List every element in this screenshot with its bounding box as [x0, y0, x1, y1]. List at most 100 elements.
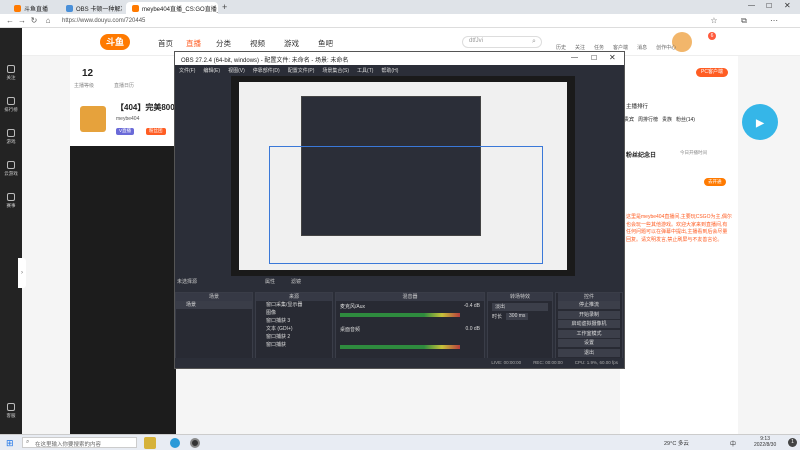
source-item[interactable]: 窗口捕获 2 — [256, 333, 332, 341]
stop-streaming-button[interactable]: 停止推流 — [558, 301, 620, 309]
mixer-channel-db: 0.0 dB — [465, 326, 480, 332]
nav-live[interactable]: 直播 — [186, 38, 201, 49]
source-item[interactable]: 图像 — [256, 309, 332, 317]
transitions-header: 转场特效 — [488, 293, 552, 301]
menu-file[interactable]: 文件(F) — [179, 67, 195, 74]
home-icon[interactable]: ⌂ — [44, 17, 52, 25]
task-link[interactable]: 任务 — [594, 44, 604, 51]
forward-icon[interactable]: → — [18, 17, 26, 25]
menu-icon[interactable]: ⋯ — [770, 17, 778, 25]
tab-noble[interactable]: 贵族 — [662, 116, 672, 126]
menu-view[interactable]: 视图(V) — [228, 67, 245, 74]
widgets-icon[interactable] — [144, 437, 156, 449]
douyu-logo[interactable]: 斗鱼 — [100, 34, 130, 50]
nav-yuba[interactable]: 鱼吧 — [318, 38, 333, 49]
sidebar-item-rank[interactable]: 排行榜 — [0, 94, 22, 116]
ad-banner[interactable]: ▶ — [740, 100, 780, 144]
ime-indicator[interactable]: 中 — [730, 439, 736, 448]
fans-badge[interactable]: 粉丝团 — [146, 128, 166, 135]
sidebar-item-event[interactable]: 赛事 — [0, 190, 22, 212]
exit-button[interactable]: 退出 — [558, 348, 620, 357]
menu-edit[interactable]: 编辑(E) — [203, 67, 220, 74]
tab-label: 斗鱼直播 — [24, 6, 49, 13]
mixer-channel: 麦克风/Aux -0.4 dB — [336, 301, 484, 312]
duration-input[interactable]: 300 ms — [506, 313, 529, 320]
menu-docks[interactable]: 停靠部件(D) — [253, 67, 280, 74]
menu-help[interactable]: 帮助(H) — [381, 67, 398, 74]
streamer-name[interactable]: meybe404 — [116, 116, 139, 122]
obs-maximize-icon[interactable]: ☐ — [591, 54, 597, 62]
message-link[interactable]: 消息 — [637, 44, 647, 51]
collections-icon[interactable]: ⧉ — [740, 17, 748, 25]
mixer-channel-db: -0.4 dB — [463, 303, 480, 309]
tab-weekly[interactable]: 周排行榜 — [638, 116, 658, 126]
sidebar-item-follow[interactable]: 关注 — [0, 62, 22, 84]
client-link[interactable]: 客户端 — [613, 44, 628, 51]
v-badge: V直播 — [116, 128, 135, 135]
url-input[interactable]: https://www.douyu.com/720445 — [62, 16, 145, 26]
properties-button[interactable]: 属性 — [265, 278, 275, 285]
notification-badge[interactable]: 1 — [788, 438, 797, 447]
streamer-rank-label[interactable]: 主播排行 — [626, 102, 648, 110]
new-tab-button[interactable]: + — [222, 2, 227, 12]
tab-guest[interactable]: 贵宾 — [624, 116, 634, 126]
nav-game[interactable]: 游戏 — [284, 38, 299, 49]
weather-text[interactable]: 29°C 多云 — [664, 439, 689, 447]
windows-start-icon[interactable]: ⊞ — [6, 438, 14, 449]
settings-button[interactable]: 设置 — [558, 339, 620, 347]
transition-select[interactable]: 淡出 — [492, 303, 548, 311]
source-item[interactable]: 窗口捕获 3 — [256, 317, 332, 325]
menu-profile[interactable]: 配置文件(P) — [288, 67, 315, 74]
fan-anniversary-sub: 今日开播时间 — [680, 150, 707, 155]
favorites-icon[interactable]: ☆ — [710, 17, 718, 25]
edge-icon[interactable] — [170, 438, 180, 448]
follow-link[interactable]: 关注 — [575, 44, 585, 51]
menu-scene-collection[interactable]: 场景集合(S) — [322, 67, 349, 74]
browser-tab-2[interactable]: OBS 卡顿一种解决方法 — [60, 2, 122, 14]
start-recording-button[interactable]: 开始录制 — [558, 310, 620, 319]
browser-tab-3-active[interactable]: meybe404直播_CS:GO直播_斗鱼 — [126, 2, 218, 14]
scene-item[interactable]: 场景 — [176, 301, 252, 309]
sidebar-item-cloud-game[interactable]: 云游戏 — [0, 158, 22, 180]
vip-open-button[interactable]: 去开通 — [704, 178, 726, 186]
back-icon[interactable]: ← — [6, 17, 14, 25]
clock[interactable]: 9:13 2022/8/30 — [754, 436, 776, 448]
maximize-icon[interactable]: ☐ — [766, 2, 772, 10]
virtual-camera-button[interactable]: 启动虚拟摄像机 — [558, 320, 620, 328]
nav-home[interactable]: 首页 — [158, 38, 173, 49]
streamer-avatar[interactable] — [80, 106, 106, 132]
source-item[interactable]: 文本 (GDI+) — [256, 325, 332, 333]
duration-row: 时长 300 ms — [492, 313, 548, 320]
obs-close-icon[interactable]: ✕ — [609, 53, 616, 62]
video-player[interactable] — [70, 146, 176, 434]
notification-badge: 6 — [708, 32, 716, 40]
close-icon[interactable]: ✕ — [784, 1, 791, 10]
calendar-label[interactable]: 直播日历 — [114, 82, 134, 89]
taskbar-search-input[interactable]: 在这里输入你要搜索的内容 — [22, 437, 137, 448]
search-input[interactable]: dtfJvi — [462, 36, 542, 48]
sidebar-item-game[interactable]: 游戏 — [0, 126, 22, 148]
obs-minimize-icon[interactable]: — — [571, 54, 578, 61]
source-item[interactable]: 窗口采集/显示器 — [256, 301, 332, 309]
refresh-icon[interactable]: ↻ — [30, 17, 38, 25]
obs-status-bar: LIVE: 00:00:00 REC: 00:00:00 CPU: 1.9%, … — [175, 358, 624, 368]
menu-tools[interactable]: 工具(T) — [357, 67, 373, 74]
history-link[interactable]: 历史 — [556, 44, 566, 51]
source-item[interactable]: 窗口捕获 — [256, 341, 332, 349]
svg-text:▶: ▶ — [755, 118, 765, 129]
sidebar-item-service[interactable]: 客服 — [0, 400, 22, 422]
filters-button[interactable]: 滤镜 — [291, 278, 301, 285]
creator-link[interactable]: 创作中心 — [656, 44, 676, 51]
controls-header: 控件 — [558, 293, 620, 301]
search-icon[interactable]: ⌕ — [532, 38, 536, 46]
tab-fans[interactable]: 粉丝(14) — [676, 116, 695, 126]
obs-taskbar-icon[interactable] — [190, 438, 200, 448]
pc-client-badge[interactable]: PC客户端 — [696, 68, 728, 77]
browser-tab-1[interactable]: 斗鱼直播 — [8, 2, 58, 14]
obs-preview[interactable] — [231, 76, 575, 276]
minimize-icon[interactable]: — — [748, 2, 755, 9]
nav-category[interactable]: 分类 — [216, 38, 231, 49]
nav-video[interactable]: 视频 — [250, 38, 265, 49]
studio-mode-button[interactable]: 工作室模式 — [558, 329, 620, 338]
collapse-sidebar-button[interactable]: › — [18, 258, 26, 288]
